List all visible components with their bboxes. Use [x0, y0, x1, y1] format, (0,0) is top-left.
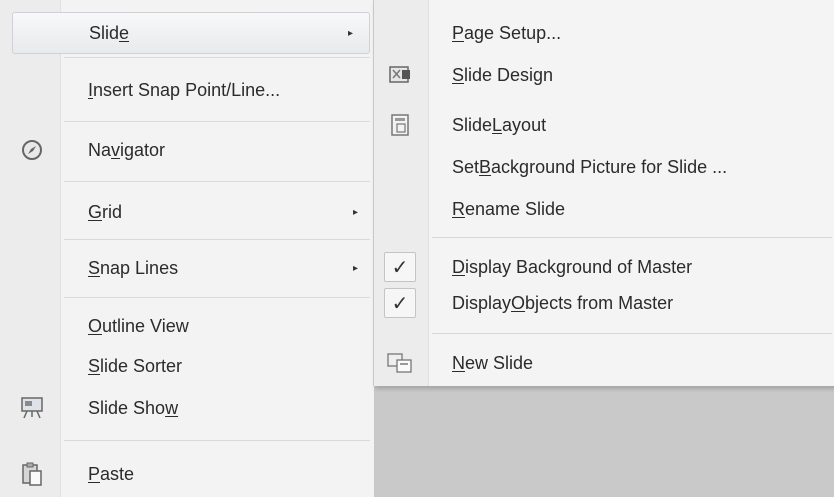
submenu-arrow-icon: ▸ — [352, 262, 358, 274]
workspace-background — [373, 386, 834, 497]
submenu-arrow-icon: ▸ — [347, 27, 353, 39]
submenu-item-label: Page Setup... — [452, 22, 562, 43]
menu-item-label: Snap Lines — [88, 257, 179, 278]
paste-icon — [18, 452, 46, 496]
submenu-item-rename-slide[interactable]: Rename Slide — [374, 188, 834, 230]
submenu-item-label: Set Background Picture for Slide ... — [452, 156, 728, 177]
menu-item-slide-show[interactable]: Slide Sho w — [0, 386, 374, 430]
submenu-item-label: Slide Design — [452, 64, 554, 85]
menu-item-label: Slid e — [89, 22, 130, 43]
menu-item-label: Slide Sho w — [88, 397, 179, 418]
slide-layout-icon — [384, 110, 416, 140]
menu-item-label: Paste — [88, 463, 135, 484]
submenu-item-slide-layout[interactable]: Slide Layout — [374, 104, 834, 146]
separator — [64, 181, 370, 182]
context-menu: Slid e ▸ Insert Snap Point/Line... Na v iga… — [0, 0, 375, 497]
slide-design-icon — [384, 60, 416, 90]
slide-show-icon — [18, 386, 46, 430]
menu-item-label: Na v igator — [88, 139, 166, 160]
checkmark-icon: ✓ — [384, 288, 416, 318]
menu-item-outline-view[interactable]: Outline View — [0, 304, 374, 348]
separator — [432, 333, 832, 334]
separator — [432, 237, 832, 238]
submenu-item-page-setup[interactable]: Page Setup... — [374, 12, 834, 54]
submenu-item-new-slide[interactable]: New Slide — [374, 342, 834, 384]
menu-item-navigator[interactable]: Na v igator — [0, 128, 374, 172]
menu-item-paste[interactable]: Paste — [0, 452, 374, 496]
separator — [64, 297, 370, 298]
slide-submenu: Page Setup... Slide Design Slide Layout … — [373, 0, 834, 386]
menu-item-slide-sorter[interactable]: Slide Sorter — [0, 344, 374, 388]
menu-item-insert-snap-point[interactable]: Insert Snap Point/Line... — [0, 68, 374, 112]
separator — [64, 57, 370, 58]
menu-item-label: Grid — [88, 201, 123, 222]
submenu-item-label: Slide Layout — [452, 114, 547, 135]
submenu-item-label: New Slide — [452, 352, 534, 373]
checkmark-icon: ✓ — [384, 252, 416, 282]
separator — [64, 121, 370, 122]
submenu-item-label: Display Objects from Master — [452, 292, 674, 313]
menu-item-label: Insert Snap Point/Line... — [88, 79, 281, 100]
menu-item-grid[interactable]: Grid ▸ — [0, 190, 374, 234]
menu-item-label: Outline View — [88, 315, 189, 336]
submenu-arrow-icon: ▸ — [352, 206, 358, 218]
separator — [64, 440, 370, 441]
separator — [64, 239, 370, 240]
submenu-item-label: Rename Slide — [452, 198, 566, 219]
menu-item-snap-lines[interactable]: Snap Lines ▸ — [0, 246, 374, 290]
submenu-item-display-objects-from-master[interactable]: ✓ Display Objects from Master — [374, 282, 834, 324]
menu-item-label: Slide Sorter — [88, 355, 183, 376]
new-slide-icon — [384, 348, 416, 378]
navigator-icon — [18, 128, 46, 172]
submenu-item-slide-design[interactable]: Slide Design — [374, 54, 834, 96]
submenu-item-set-background-picture[interactable]: Set Background Picture for Slide ... — [374, 146, 834, 188]
menu-item-slide[interactable]: Slid e ▸ — [12, 12, 370, 54]
